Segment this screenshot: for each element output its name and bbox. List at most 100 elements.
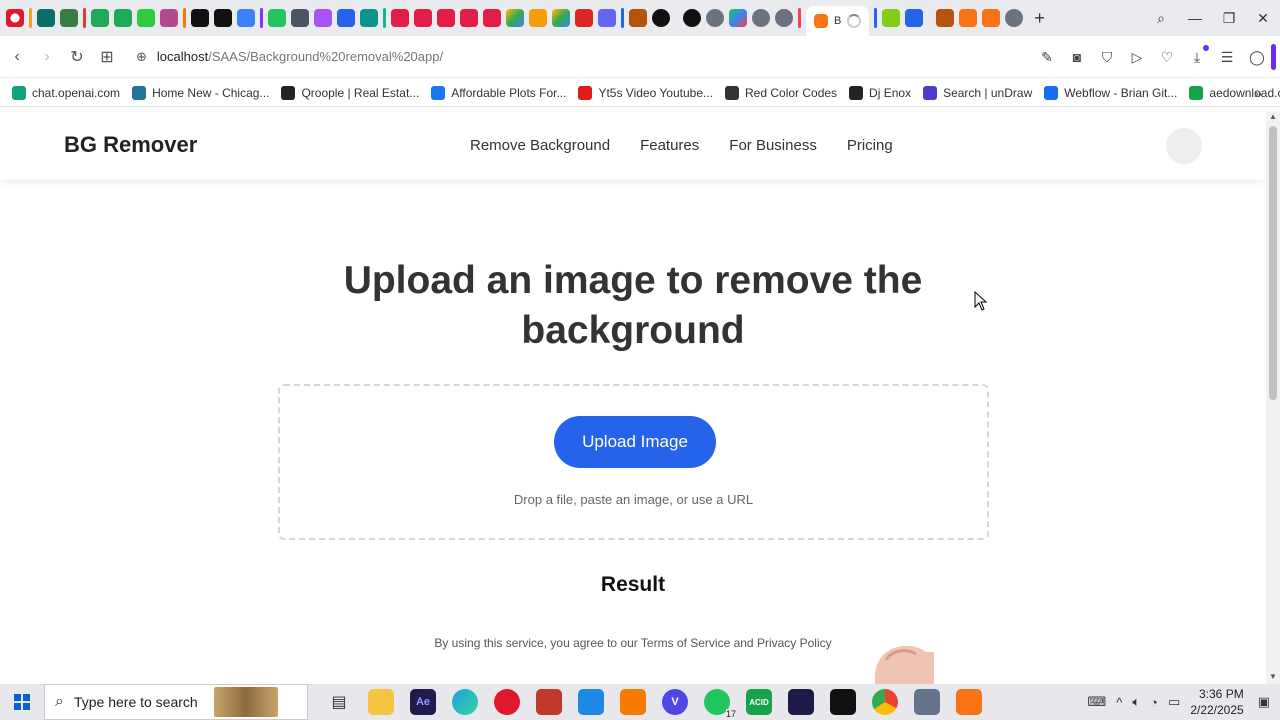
bookmarks-overflow-button[interactable]: » [1254,85,1262,101]
acid-icon[interactable]: ACID [746,689,772,715]
close-icon[interactable]: ✕ [1246,0,1280,36]
google-drive-icon[interactable] [552,9,570,27]
tab-favicon[interactable] [291,9,309,27]
vlc-icon[interactable] [620,689,646,715]
tab-favicon[interactable] [37,9,55,27]
tab-favicon[interactable] [137,9,155,27]
bookmark-dj-enox[interactable]: Dj Enox [849,85,911,100]
tab-favicon[interactable] [598,9,616,27]
bookmark-webflow[interactable]: Webflow - Brian Git... [1044,85,1177,100]
bookmark-red-color-codes[interactable]: Red Color Codes [725,85,837,100]
google-drive-icon[interactable] [506,9,524,27]
tab-favicon[interactable] [268,9,286,27]
chevron-up-icon[interactable]: ^ [1116,695,1122,710]
github-icon[interactable] [652,9,670,27]
tab-favicon[interactable] [114,9,132,27]
speed-dial-icon[interactable]: ⊞ [92,42,122,72]
youtube-icon[interactable] [414,9,432,27]
tab-favicon[interactable] [337,9,355,27]
tab-favicon[interactable] [314,9,332,27]
bookmark-undraw[interactable]: Search | unDraw [923,85,1032,100]
bookmark-home-new[interactable]: Home New - Chicag... [132,85,269,100]
bookmark-chatgpt[interactable]: chat.openai.com [12,85,120,100]
tab-favicon[interactable] [360,9,378,27]
tab-favicon[interactable] [91,9,109,27]
scroll-up-icon[interactable]: ▲ [1266,112,1280,124]
xampp-icon[interactable] [959,9,978,27]
scrollbar-thumb[interactable] [1269,126,1277,400]
profile-icon[interactable]: ◯ [1248,48,1266,66]
tab-favicon[interactable] [60,9,78,27]
shield-icon[interactable]: ⛉ [1098,48,1116,66]
globe-icon[interactable] [752,9,770,27]
app-icon[interactable] [914,689,940,715]
tab-favicon[interactable] [160,9,178,27]
site-info-icon[interactable]: ⊕ [136,49,147,65]
nav-remove-background[interactable]: Remove Background [470,137,610,154]
tab-favicon[interactable] [683,9,701,27]
after-effects-icon[interactable]: Ae [410,689,436,715]
search-tabs-icon[interactable]: ⌕ [1144,0,1178,36]
nav-for-business[interactable]: For Business [729,137,817,154]
tab-favicon[interactable] [575,9,593,27]
globe-icon[interactable] [1005,9,1024,27]
vscode-icon[interactable] [578,689,604,715]
download-icon[interactable]: ⤓ [1188,45,1209,66]
youtube-icon[interactable] [483,9,501,27]
nav-features[interactable]: Features [640,137,699,154]
task-view-icon[interactable]: ▤ [326,689,352,715]
globe-icon[interactable] [706,9,724,27]
reload-icon[interactable]: ↻ [62,42,92,72]
whatsapp-icon[interactable]: 17 [704,689,736,719]
opera-icon[interactable] [6,9,24,27]
tab-favicon[interactable] [905,9,924,27]
restore-icon[interactable]: ❐ [1212,0,1246,36]
battery-icon[interactable]: ▭ [1168,694,1180,710]
youtube-icon[interactable] [460,9,478,27]
tab-favicon[interactable] [237,9,255,27]
chrome-icon[interactable] [872,689,898,715]
xampp-icon[interactable] [982,9,1001,27]
upload-dropzone[interactable]: Upload Image Drop a file, paste an image… [278,384,989,540]
taskbar-clock[interactable]: 3:36 PM 2/22/2025 [1190,686,1243,718]
avatar[interactable] [1166,128,1202,164]
menu-icon[interactable]: ☰ [1218,48,1236,66]
app-icon[interactable]: V [662,689,688,715]
opera-taskbar-icon[interactable] [494,689,520,715]
url-field[interactable]: ⊕ localhost/SAAS/Background%20removal%20… [136,49,443,65]
forward-icon[interactable]: › [32,42,62,72]
nav-pricing[interactable]: Pricing [847,137,893,154]
tab-favicon[interactable] [629,9,647,27]
volume-icon[interactable]: 🔈︎ [1132,694,1140,710]
bookmark-aedownload[interactable]: aedownload.com [1189,85,1280,100]
capcut-icon[interactable] [830,689,856,715]
camera-icon[interactable]: ◙ [1068,48,1086,66]
notifications-icon[interactable]: ▣ [1258,694,1270,710]
app-icon[interactable] [788,689,814,715]
new-tab-icon[interactable]: + [1034,8,1045,29]
wifi-icon[interactable]: ◔ [1150,695,1158,710]
tab-favicon[interactable] [529,9,547,27]
keyboard-icon[interactable]: ⌨ [1087,694,1106,710]
globe-icon[interactable] [775,9,793,27]
file-explorer-icon[interactable] [368,689,394,715]
heart-icon[interactable]: ♡ [1158,48,1176,66]
page-scrollbar[interactable]: ▲ ▼ [1266,112,1280,684]
site-logo[interactable]: BG Remover [64,132,197,158]
edit-icon[interactable]: ✎ [1038,48,1056,66]
app-icon[interactable] [536,689,562,715]
tab-favicon[interactable] [882,9,901,27]
back-icon[interactable]: ‹ [2,42,32,72]
minimize-icon[interactable]: — [1178,0,1212,36]
bookmark-qroople[interactable]: Qroople | Real Estat... [281,85,419,100]
scroll-down-icon[interactable]: ▼ [1266,672,1280,684]
windows-start-icon[interactable] [0,684,44,720]
bookmark-affordable-plots[interactable]: Affordable Plots For... [431,85,566,100]
tab-favicon[interactable] [729,9,747,27]
upload-image-button[interactable]: Upload Image [554,416,716,468]
edge-icon[interactable] [452,689,478,715]
taskbar-search-input[interactable]: ⌕ Type here to search [44,684,308,720]
tab-favicon[interactable] [936,9,955,27]
xampp-taskbar-icon[interactable] [956,689,982,715]
tab-favicon[interactable] [214,9,232,27]
